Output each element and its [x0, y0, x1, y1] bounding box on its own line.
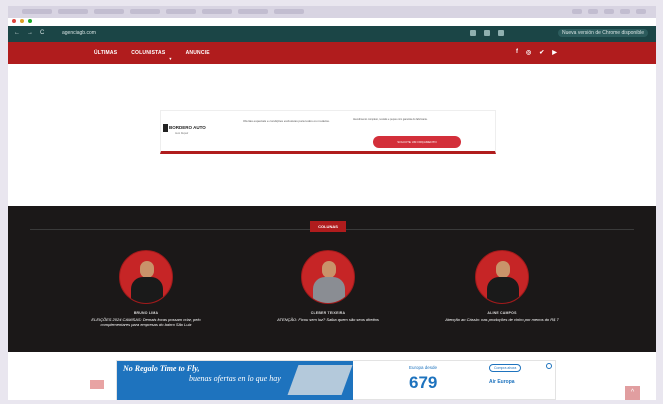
ad-middle-text: Ofertas especiais e condições exclusivas…	[243, 119, 330, 123]
bottom-advertisement[interactable]: No Regalo Time to Fly, buenas ofertas en…	[116, 360, 556, 400]
avatar[interactable]	[119, 250, 173, 304]
tab-icon[interactable]	[636, 9, 646, 14]
airplane-image	[287, 365, 353, 395]
column-title-link[interactable]: ATENÇÃO: Ficou sem luz? Saiba quem são s…	[258, 317, 398, 322]
chevron-down-icon: ▾	[169, 56, 172, 61]
ad-close-icon[interactable]	[546, 363, 552, 369]
tab-icon[interactable]	[620, 9, 630, 14]
browser-toolbar: ← → C agenciagb.com Nueva versión de Chr…	[8, 26, 656, 42]
extension-icon[interactable]	[498, 30, 504, 36]
tab-strip	[8, 6, 656, 18]
ad-brand: BORDERO AUTO	[169, 125, 206, 130]
back-to-top-button[interactable]: ^	[625, 386, 640, 400]
ad-bullets: Atendimento completo, revisão e peças co…	[353, 118, 428, 121]
ad-brand-subtext: Auto Repair	[175, 132, 189, 135]
price-value: 679	[409, 373, 438, 392]
window-controls	[12, 19, 32, 23]
menu-item-ultimas[interactable]: ÚLTIMAS	[94, 50, 117, 61]
browser-tab[interactable]	[202, 9, 232, 14]
top-advertisement[interactable]: BORDERO AUTO Auto Repair Ofertas especia…	[160, 110, 496, 154]
avatar[interactable]	[301, 250, 355, 304]
browser-tab[interactable]	[238, 9, 268, 14]
avatar[interactable]	[475, 250, 529, 304]
columnist-name: BRUNO LIMA	[133, 311, 159, 315]
address-bar[interactable]: agenciagb.com	[62, 30, 96, 36]
section-tag: COLUNAS	[310, 221, 346, 232]
columnist-name: ALINE CAMPOS	[487, 311, 517, 315]
close-window-button[interactable]	[12, 19, 16, 23]
update-chrome-button[interactable]: Nueva versión de Chrome disponible	[558, 29, 648, 37]
site-navbar: ÚLTIMAS COLUNISTAS ▾ ANUNCIE f ◎ ✔ ▶	[8, 42, 656, 64]
instagram-icon[interactable]: ◎	[526, 49, 531, 56]
brand-logo-icon	[163, 124, 168, 132]
menu-item-anuncie[interactable]: ANUNCIE	[186, 50, 210, 61]
ad-buy-button[interactable]: Compra ahora	[489, 364, 522, 372]
columnist-card[interactable]: ALINE CAMPOS Atenção ao Cássio: nas prod…	[432, 250, 572, 322]
browser-window: ← → C agenciagb.com Nueva versión de Chr…	[8, 6, 656, 400]
tab-icon[interactable]	[572, 9, 582, 14]
ad-brand-logo: Air Europa	[489, 379, 515, 385]
forward-icon[interactable]: →	[27, 30, 33, 36]
extensions-area	[470, 30, 504, 36]
columnist-card[interactable]: BRUNO LIMA ELEIÇÕES 2024 CAMISAS: Demais…	[76, 250, 216, 327]
side-tab[interactable]	[90, 380, 104, 389]
colunas-section: COLUNAS BRUNO LIMA ELEIÇÕES 2024 CAMISAS…	[8, 206, 656, 352]
menu-item-colunistas[interactable]: COLUNISTAS	[131, 50, 165, 61]
ad-banner-visual: No Regalo Time to Fly, buenas ofertas en…	[117, 361, 353, 400]
browser-tab[interactable]	[274, 9, 304, 14]
browser-tab[interactable]	[58, 9, 88, 14]
extension-icon[interactable]	[470, 30, 476, 36]
browser-tab[interactable]	[130, 9, 160, 14]
ad-headline: No Regalo Time to Fly,	[123, 364, 200, 373]
facebook-icon[interactable]: f	[516, 49, 518, 56]
price-label: Europa desde	[409, 365, 438, 370]
columnist-name: CLEBER TEIXEIRA	[310, 311, 346, 315]
minimize-window-button[interactable]	[20, 19, 24, 23]
browser-tab[interactable]	[166, 9, 196, 14]
column-title-link[interactable]: Atenção ao Cássio: nas produções de vinh…	[432, 317, 572, 322]
youtube-icon[interactable]: ▶	[552, 49, 557, 56]
column-title-link[interactable]: ELEIÇÕES 2024 CAMISAS: Demais focas poss…	[76, 317, 216, 327]
browser-tab[interactable]	[22, 9, 52, 14]
reload-icon[interactable]: C	[40, 30, 44, 36]
ad-cta-button[interactable]: SOLICITE UM ORÇAMENTO	[373, 136, 461, 148]
twitter-icon[interactable]: ✔	[539, 49, 544, 56]
columnist-card[interactable]: CLEBER TEIXEIRA ATENÇÃO: Ficou sem luz? …	[258, 250, 398, 322]
browser-tab[interactable]	[94, 9, 124, 14]
tab-icon[interactable]	[588, 9, 598, 14]
extension-icon[interactable]	[484, 30, 490, 36]
ad-subheadline: buenas ofertas en lo que hay	[189, 374, 281, 383]
maximize-window-button[interactable]	[28, 19, 32, 23]
tab-icon[interactable]	[604, 9, 614, 14]
back-icon[interactable]: ←	[14, 30, 20, 36]
